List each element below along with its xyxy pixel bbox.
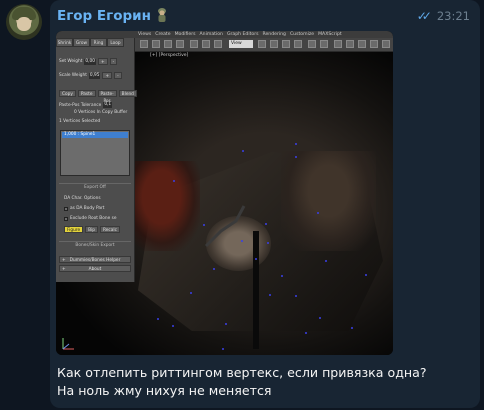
window-crossing-icon xyxy=(164,40,172,48)
viewport-label: [+] [Perspective] xyxy=(150,53,189,58)
export-section: Export Off xyxy=(59,183,131,191)
da-char-options: DA Char. Options xyxy=(64,196,101,201)
loop-button: Loop xyxy=(107,38,124,47)
body-part-label: as DA Body Part xyxy=(70,206,105,211)
angle-snap-icon xyxy=(282,40,290,48)
link-icon xyxy=(176,40,184,48)
dummies-bones-label: Dummies/Bones Helper xyxy=(69,258,121,263)
scale-weight-plus: + xyxy=(102,72,113,79)
soldier-emoji-icon xyxy=(158,8,166,22)
snap-icon xyxy=(270,40,278,48)
vertices-selected-status: 1 Vertices Selected xyxy=(59,119,101,124)
exclude-root-option: Exclude Root Bone se xyxy=(64,216,117,221)
select-region-icon xyxy=(152,40,160,48)
scale-weight-minus: - xyxy=(114,72,122,79)
body-part-option: as DA Body Part xyxy=(64,206,104,211)
panel-tabs: Shrink Grow Ring Loop xyxy=(56,38,124,47)
shrink-button: Shrink xyxy=(56,38,73,47)
paste-tolerance-label: Paste-Pos Tolerance xyxy=(59,102,102,108)
dummies-bones-rollout: + Dummies/Bones Helper xyxy=(59,256,131,263)
menu-animation: Animation xyxy=(199,32,223,37)
double-check-icon: ✓✓ xyxy=(416,9,432,23)
bip-button: Bip xyxy=(85,226,98,233)
recalc-button: Recalc xyxy=(100,226,120,233)
avatar[interactable] xyxy=(6,4,42,40)
set-weight-field: 0,00 xyxy=(84,58,96,65)
copy-buffer-status: 0 Vertices In Copy Buffer xyxy=(74,110,128,115)
set-weight-minus: - xyxy=(109,58,118,65)
menu-customize: Customize xyxy=(289,32,315,37)
about-rollout: + About xyxy=(59,265,131,272)
skin-command-panel: Shrink Grow Ring Loop Set Weight 0,00 + … xyxy=(56,38,137,282)
max-menu-bar: Views Create Modifiers Animation Graph E… xyxy=(138,31,342,38)
paste-tolerance-field: 0,1 xyxy=(103,102,113,108)
curve-editor-icon xyxy=(346,40,354,48)
set-weight-label: Set Weight xyxy=(59,59,83,64)
weight-list: 1,000 : Spine1 xyxy=(60,130,130,176)
set-weight-plus: + xyxy=(97,58,108,65)
exclude-root-checkbox xyxy=(64,216,68,221)
layer-icon xyxy=(334,40,342,48)
attached-image[interactable]: Views Create Modifiers Animation Graph E… xyxy=(56,31,393,355)
message-meta: ✓✓ 23:21 xyxy=(417,9,470,23)
align-icon xyxy=(320,40,328,48)
weight-list-item: 1,000 : Spine1 xyxy=(62,132,128,138)
copy-paste-row: Copy Paste Paste-Pos Blend xyxy=(59,90,137,104)
body-part-checkbox xyxy=(64,206,68,211)
rollout-plus-icon: + xyxy=(62,258,66,263)
scale-weight-row: Scale Weight 0,95 + - xyxy=(59,72,122,79)
scale-weight-label: Scale Weight xyxy=(59,73,87,78)
exclude-root-label: Exclude Root Bone se xyxy=(70,216,117,221)
menu-modifiers: Modifiers xyxy=(174,32,196,37)
blend-button: Blend xyxy=(118,90,137,97)
scale-icon xyxy=(214,40,222,48)
scale-weight-field: 0,95 xyxy=(88,72,101,79)
avatar-face xyxy=(17,17,31,31)
figure-buttons-row: Figure Bip Recalc xyxy=(64,226,120,233)
grow-button: Grow xyxy=(73,38,90,47)
menu-rendering: Rendering xyxy=(262,32,286,37)
author-name[interactable]: Егор Егорин xyxy=(57,8,151,24)
move-icon xyxy=(190,40,198,48)
percent-snap-icon xyxy=(294,40,302,48)
rollout-plus-icon: + xyxy=(62,267,66,272)
menu-create: Create xyxy=(155,32,171,37)
axis-gizmo-icon xyxy=(62,338,74,350)
paste-pos-button: Paste-Pos xyxy=(97,90,117,104)
bones-skin-export-section: Bones/Skin Export xyxy=(59,241,131,249)
message-time: 23:21 xyxy=(436,9,470,23)
menu-graph-editors: Graph Editors xyxy=(226,32,259,37)
select-icon xyxy=(140,40,148,48)
set-weight-row: Set Weight 0,00 + - xyxy=(59,58,118,65)
paste-button: Paste xyxy=(77,90,96,97)
mirror-icon xyxy=(308,40,316,48)
ring-button: Ring xyxy=(90,38,107,47)
menu-maxscript: MAXScript xyxy=(318,32,342,37)
reference-coordinate-select: View xyxy=(229,40,253,48)
figure-button: Figure xyxy=(64,226,84,233)
copy-button: Copy xyxy=(59,90,76,97)
pivot-icon xyxy=(258,40,266,48)
paste-tolerance-row: Paste-Pos Tolerance 0,1 xyxy=(59,102,113,108)
about-label: About xyxy=(88,267,102,272)
menu-views: Views xyxy=(138,32,152,37)
material-editor-icon xyxy=(370,40,378,48)
rotate-icon xyxy=(202,40,210,48)
render-icon xyxy=(382,40,390,48)
message-text: Как отлепить риттингом вертекс, если при… xyxy=(57,365,427,398)
schematic-icon xyxy=(358,40,366,48)
